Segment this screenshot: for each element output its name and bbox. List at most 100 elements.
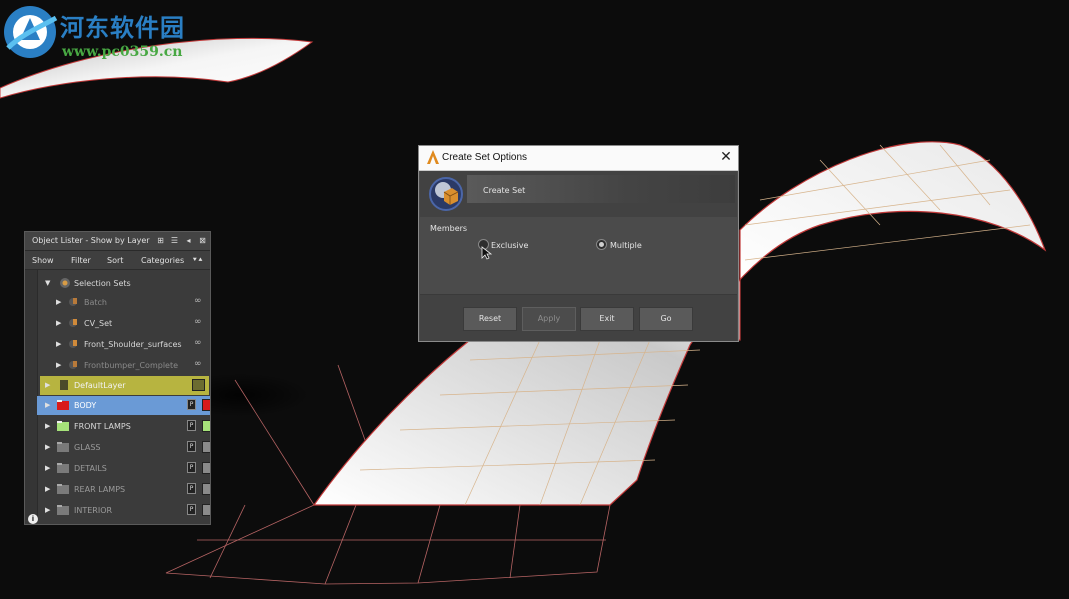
visibility-icon[interactable]: ∞ (194, 297, 207, 306)
tree-row-label: CV_Set (84, 319, 113, 328)
lister-titlebar[interactable]: Object Lister - Show by Layer ⊞ ☰ ◂ ⊠ (25, 232, 210, 251)
collapsed-arrow-icon[interactable]: ▶ (56, 340, 64, 348)
layer-color-swatch[interactable] (202, 462, 210, 474)
layer-folder-icon (57, 505, 69, 515)
info-icon[interactable]: i (28, 514, 38, 524)
layer-label: REAR LAMPS (74, 485, 126, 494)
expand-collapse-icon[interactable]: ⯆⯅ (192, 256, 203, 265)
visibility-icon[interactable]: ∞ (194, 339, 207, 348)
exit-button[interactable]: Exit (580, 307, 634, 331)
layer-pick-toggle[interactable]: P (187, 483, 196, 494)
alias-app-icon (427, 150, 439, 164)
dialog-titlebar[interactable]: Create Set Options ✕ (419, 146, 738, 171)
layer-row-body[interactable]: ▶ BODY P (37, 396, 210, 415)
multiple-radio-label[interactable]: Multiple (610, 241, 642, 250)
watermark-logo-icon (4, 6, 58, 58)
apply-button[interactable]: Apply (522, 307, 576, 331)
watermark-url: www.pc0359.cn (62, 44, 183, 60)
lister-title: Object Lister - Show by Layer (32, 236, 150, 245)
list-view-icon[interactable]: ☰ (169, 235, 180, 246)
reset-button[interactable]: Reset (463, 307, 517, 331)
collapse-icon[interactable]: ◂ (183, 235, 194, 246)
visibility-icon[interactable]: ∞ (194, 360, 207, 369)
watermark: 河东软件园 www.pc0359.cn (2, 4, 202, 64)
collapsed-arrow-icon[interactable]: ▶ (45, 401, 53, 409)
layer-folder-icon (57, 442, 69, 452)
tree-view-icon[interactable]: ⊞ (155, 235, 166, 246)
close-icon[interactable]: ✕ (718, 149, 734, 165)
layer-pick-toggle[interactable]: P (187, 420, 196, 431)
menu-show[interactable]: Show (32, 256, 54, 265)
layer-pick-toggle[interactable]: P (187, 462, 196, 473)
multiple-radio[interactable] (596, 239, 607, 250)
create-set-options-dialog: Create Set Options ✕ Create Set Members … (418, 145, 739, 342)
layer-label: DefaultLayer (74, 381, 126, 390)
layer-row-details[interactable]: ▶ DETAILS P (37, 459, 210, 478)
layer-label: FRONT LAMPS (74, 422, 131, 431)
collapsed-arrow-icon[interactable]: ▶ (45, 443, 53, 451)
layer-icon (60, 380, 68, 390)
layer-folder-icon (57, 484, 69, 494)
go-button[interactable]: Go (639, 307, 693, 331)
selection-sets-icon (60, 278, 70, 288)
layer-folder-icon (57, 400, 69, 410)
collapsed-arrow-icon[interactable]: ▶ (45, 464, 53, 472)
tree-row-label: Batch (84, 298, 107, 307)
tree-row-label: Front_Shoulder_surfaces (84, 340, 182, 349)
layer-color-swatch[interactable] (192, 379, 205, 391)
layer-pick-toggle[interactable]: P (187, 504, 196, 515)
layer-color-swatch[interactable] (202, 483, 210, 495)
tree-row-set[interactable]: ▶ Front_Shoulder_surfaces ∞ (37, 335, 210, 354)
tree-row-label: Selection Sets (74, 279, 131, 288)
set-icon (69, 361, 77, 369)
create-set-icon (429, 177, 463, 211)
layer-row-defaultlayer[interactable]: ▶ DefaultLayer (40, 376, 209, 395)
menu-filter[interactable]: Filter (71, 256, 91, 265)
object-lister-panel: Object Lister - Show by Layer ⊞ ☰ ◂ ⊠ Sh… (24, 231, 211, 525)
layer-label: BODY (74, 401, 97, 410)
tree-row-selection-sets[interactable]: ▼ Selection Sets (37, 274, 210, 293)
close-icon[interactable]: ⊠ (197, 235, 208, 246)
layer-color-swatch[interactable] (202, 504, 210, 516)
set-icon (69, 298, 77, 306)
layer-row-front-lamps[interactable]: ▶ FRONT LAMPS P (37, 417, 210, 436)
expanded-arrow-icon[interactable]: ▼ (45, 279, 53, 287)
layer-color-swatch[interactable] (202, 420, 210, 432)
layer-folder-icon (57, 463, 69, 473)
header-label: Create Set (483, 186, 526, 195)
layer-row-glass[interactable]: ▶ GLASS P (37, 438, 210, 457)
tree-row-set[interactable]: ▶ CV_Set ∞ (37, 314, 210, 333)
collapsed-arrow-icon[interactable]: ▶ (56, 298, 64, 306)
layer-label: GLASS (74, 443, 101, 452)
lister-menubar: Show Filter Sort Categories ⯆⯅ (25, 251, 210, 270)
set-icon (69, 319, 77, 327)
dialog-header: Create Set (420, 171, 737, 217)
cube-sphere-icon (435, 182, 459, 205)
menu-categories[interactable]: Categories (141, 256, 184, 265)
menu-sort[interactable]: Sort (107, 256, 123, 265)
members-label: Members (430, 224, 468, 233)
collapsed-arrow-icon[interactable]: ▶ (45, 485, 53, 493)
layer-pick-toggle[interactable]: P (187, 399, 196, 410)
layer-folder-icon (57, 421, 69, 431)
tree-row-set[interactable]: ▶ Batch ∞ (37, 293, 210, 312)
collapsed-arrow-icon[interactable]: ▶ (45, 506, 53, 514)
layer-row-rear-lamps[interactable]: ▶ REAR LAMPS P (37, 480, 210, 499)
collapsed-arrow-icon[interactable]: ▶ (56, 319, 64, 327)
layer-color-swatch[interactable] (202, 441, 210, 453)
tree-row-set[interactable]: ▶ Frontbumper_Complete ∞ (37, 356, 210, 375)
layer-row-interior[interactable]: ▶ INTERIOR P (37, 501, 210, 520)
mouse-cursor-icon (481, 246, 493, 260)
exclusive-radio-label[interactable]: Exclusive (491, 241, 528, 250)
collapsed-arrow-icon[interactable]: ▶ (45, 422, 53, 430)
watermark-title: 河东软件园 (60, 13, 185, 42)
layer-label: DETAILS (74, 464, 107, 473)
layer-label: INTERIOR (74, 506, 113, 515)
visibility-icon[interactable]: ∞ (194, 318, 207, 327)
collapsed-arrow-icon[interactable]: ▶ (56, 361, 64, 369)
dialog-title: Create Set Options (442, 152, 528, 163)
layer-pick-toggle[interactable]: P (187, 441, 196, 452)
layer-color-swatch[interactable] (202, 399, 210, 411)
dialog-footer: Reset Apply Exit Go (420, 295, 737, 341)
collapsed-arrow-icon[interactable]: ▶ (45, 381, 53, 389)
